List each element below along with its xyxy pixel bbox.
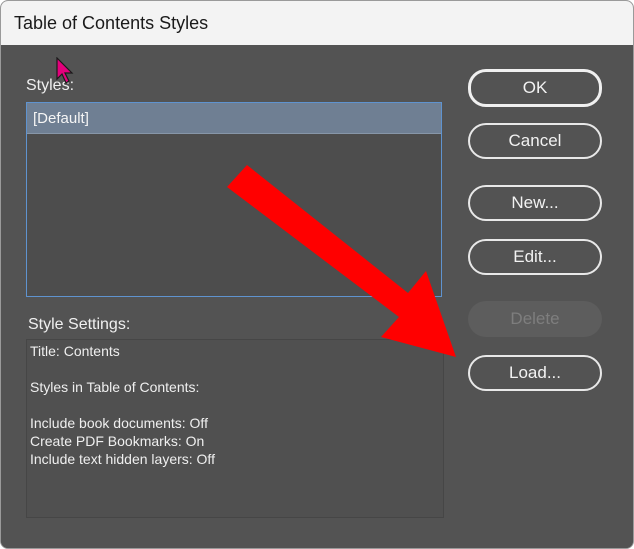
settings-line-hidden-layers: Include text hidden layers: Off [30, 451, 215, 467]
delete-button: Delete [468, 301, 602, 337]
settings-line-pdf-bookmarks: Create PDF Bookmarks: On [30, 433, 205, 449]
title-bar: Table of Contents Styles [1, 1, 633, 45]
dialog-title: Table of Contents Styles [14, 13, 209, 33]
ok-button[interactable]: OK [468, 69, 602, 107]
style-settings-box: Title: Contents Styles in Table of Conte… [26, 339, 444, 518]
settings-line-book-docs: Include book documents: Off [30, 415, 208, 431]
settings-line-title: Title: Contents [30, 343, 120, 359]
dialog-window: Table of Contents Styles Styles: [Defaul… [0, 0, 634, 549]
mouse-cursor-icon [56, 57, 74, 84]
load-button[interactable]: Load... [468, 355, 602, 391]
dialog-body: Styles: [Default] Style Settings: Title:… [1, 45, 633, 548]
edit-button[interactable]: Edit... [468, 239, 602, 275]
style-settings-label: Style Settings: [28, 316, 131, 333]
styles-list-item-label: [Default] [33, 110, 89, 127]
styles-list-item-default[interactable]: [Default] [27, 103, 441, 134]
cancel-button[interactable]: Cancel [468, 123, 602, 159]
styles-list[interactable]: [Default] [26, 102, 442, 297]
settings-line-styles: Styles in Table of Contents: [30, 379, 200, 395]
new-button[interactable]: New... [468, 185, 602, 221]
